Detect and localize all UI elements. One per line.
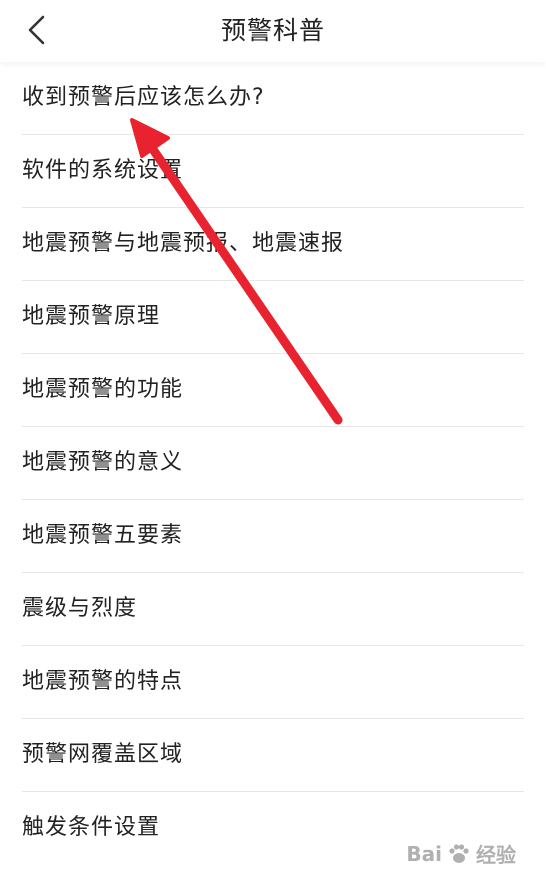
list-item-system-settings[interactable]: 软件的系统设置 [22,135,524,208]
top-navigation-bar: 预警科普 [0,0,546,62]
list-item-function[interactable]: 地震预警的功能 [22,354,524,427]
list-item-characteristics[interactable]: 地震预警的特点 [22,646,524,719]
list-item-coverage-area[interactable]: 预警网覆盖区域 [22,719,524,792]
list-item-magnitude-intensity[interactable]: 震级与烈度 [22,573,524,646]
watermark-latin-text: Bai [406,841,442,866]
list-item-warning-vs-forecast[interactable]: 地震预警与地震预报、地震速报 [22,208,524,281]
page-title: 预警科普 [220,16,325,45]
list-item-five-elements[interactable]: 地震预警五要素 [22,500,524,573]
topic-list: 收到预警后应该怎么办? 软件的系统设置 地震预警与地震预报、地震速报 地震预警原… [22,62,524,864]
watermark-suffix-text: 经验 [476,843,516,867]
list-item-significance[interactable]: 地震预警的意义 [22,427,524,500]
baidu-watermark: Bai 经验 [406,839,516,868]
list-item-after-warning[interactable]: 收到预警后应该怎么办? [22,62,524,135]
list-item-principle[interactable]: 地震预警原理 [22,281,524,354]
baidu-paw-icon [449,843,469,863]
